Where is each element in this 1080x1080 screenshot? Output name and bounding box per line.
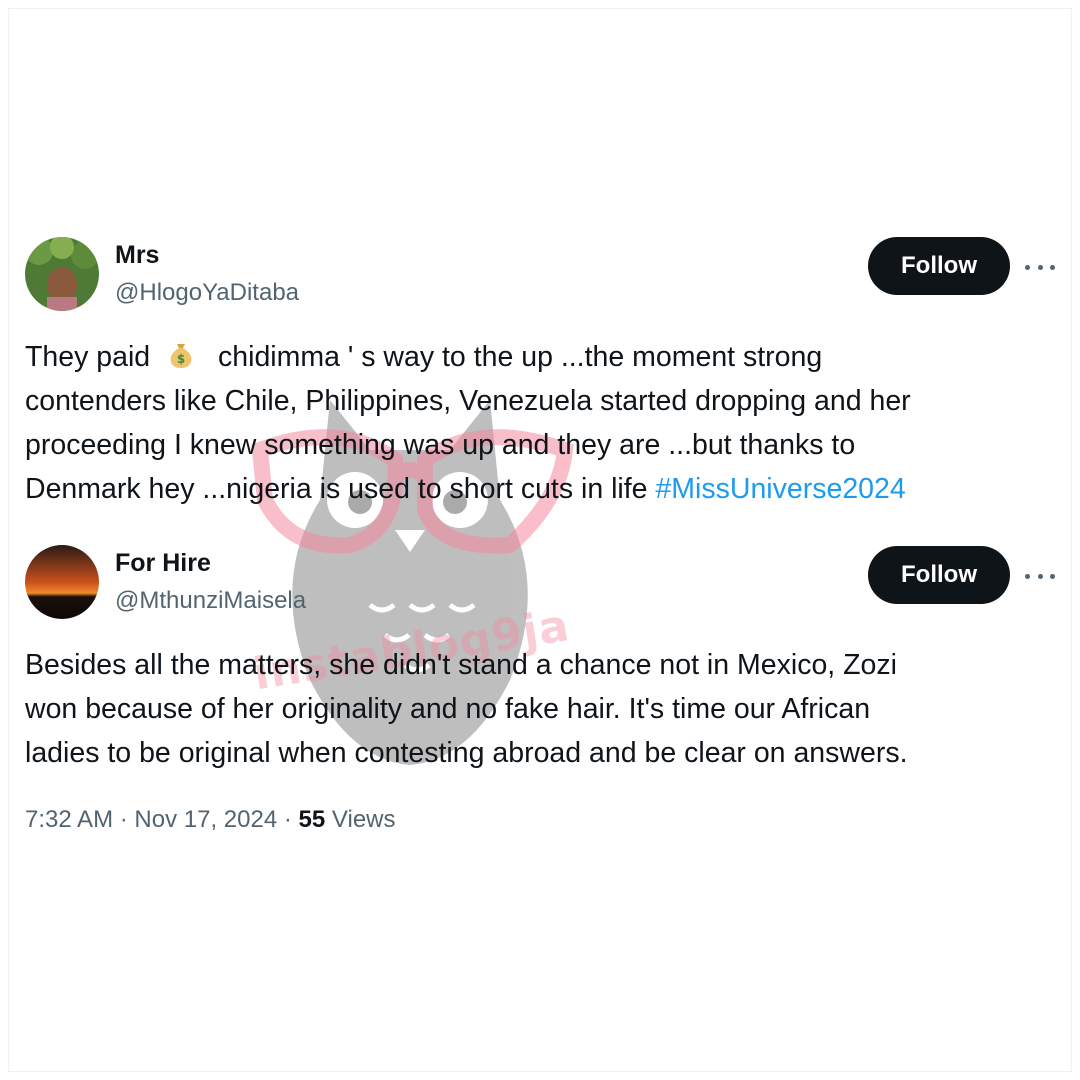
follow-button[interactable]: Follow bbox=[868, 546, 1010, 604]
avatar[interactable] bbox=[25, 237, 99, 311]
tweet-body: They paid $ chidimma ' s way to the up .… bbox=[25, 335, 1055, 511]
tweet-line: won because of her originality and no fa… bbox=[25, 693, 871, 725]
follow-button[interactable]: Follow bbox=[868, 237, 1010, 295]
money-bag-icon: $ bbox=[166, 339, 196, 369]
tweet-date[interactable]: Nov 17, 2024 bbox=[134, 806, 277, 833]
hashtag-link[interactable]: #MissUniverse2024 bbox=[655, 473, 905, 505]
tweet-time[interactable]: 7:32 AM bbox=[25, 806, 113, 833]
tweet-text: They paid bbox=[25, 341, 151, 373]
more-options-icon[interactable] bbox=[1025, 259, 1055, 275]
meta-separator: · bbox=[283, 806, 292, 833]
tweet-line: They paid $ chidimma ' s way to the up .… bbox=[25, 335, 1055, 379]
screenshot-frame bbox=[8, 8, 1072, 1072]
display-name[interactable]: Mrs bbox=[115, 241, 159, 270]
display-name[interactable]: For Hire bbox=[115, 549, 211, 578]
views-count: 55 bbox=[298, 806, 326, 833]
tweet-line: Denmark hey ...nigeria is used to short … bbox=[25, 467, 1055, 511]
meta-separator: · bbox=[119, 806, 128, 833]
tweet-body: Besides all the matters, she didn't stan… bbox=[25, 643, 1055, 775]
tweet-line: contenders like Chile, Philippines, Vene… bbox=[25, 385, 911, 417]
avatar[interactable] bbox=[25, 545, 99, 619]
more-options-icon[interactable] bbox=[1025, 568, 1055, 584]
tweet-text: chidimma ' s way to the up ...the moment… bbox=[218, 341, 823, 373]
tweet-line: ladies to be original when contesting ab… bbox=[25, 737, 908, 769]
user-handle[interactable]: @MthunziMaisela bbox=[115, 587, 306, 615]
tweet-meta: 7:32 AM · Nov 17, 2024 · 55 Views bbox=[25, 806, 396, 834]
views-label: Views bbox=[331, 806, 396, 833]
tweet-line: proceeding I knew something was up and t… bbox=[25, 429, 856, 461]
svg-text:$: $ bbox=[177, 352, 185, 366]
tweet-text: Denmark hey ...nigeria is used to short … bbox=[25, 473, 656, 505]
tweet-line: Besides all the matters, she didn't stan… bbox=[25, 649, 897, 681]
user-handle[interactable]: @HlogoYaDitaba bbox=[115, 279, 299, 307]
